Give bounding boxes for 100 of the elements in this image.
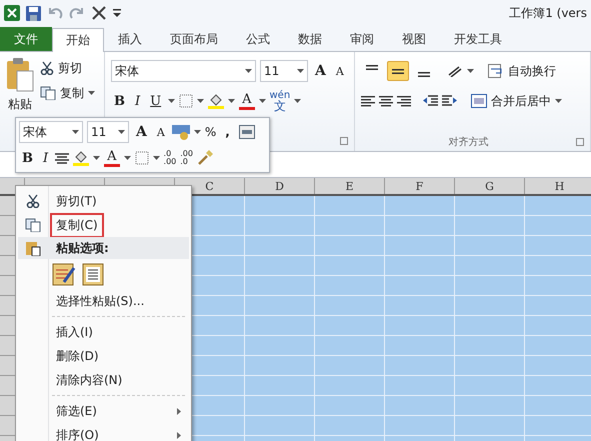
copy-icon [25, 218, 41, 232]
ribbon-tab[interactable]: 数据 [284, 27, 336, 51]
grow-font-button[interactable]: A [133, 124, 150, 140]
bold-button[interactable]: B [111, 94, 128, 108]
phonetic-button[interactable]: wén 文 [270, 90, 290, 112]
vertical-align-icon [392, 68, 404, 74]
borders-icon[interactable] [134, 151, 149, 165]
wrap-text-icon[interactable] [488, 64, 504, 78]
wrap-text-button[interactable]: 自动换行 [508, 62, 556, 80]
font-name-field[interactable]: 宋体 [19, 121, 83, 143]
dropdown-arrow-icon[interactable] [245, 69, 252, 73]
ribbon-tab[interactable]: 公式 [232, 27, 284, 51]
column-header[interactable]: F [385, 178, 455, 194]
italic-button[interactable]: I [132, 94, 144, 108]
copy-button[interactable]: 复制 [60, 84, 84, 102]
percent-button[interactable]: % [204, 125, 216, 139]
ribbon-tab[interactable]: 插入 [104, 27, 156, 51]
merge-center-button[interactable]: 合并后居中 [491, 92, 551, 110]
dropdown-arrow-icon[interactable] [118, 130, 125, 134]
menu-item[interactable]: 排序(O) [50, 422, 105, 441]
save-icon[interactable] [26, 6, 41, 20]
cut-button[interactable]: 剪切 [58, 60, 82, 76]
fill-bucket-icon[interactable] [208, 93, 224, 109]
merge-cells-icon[interactable] [471, 94, 487, 108]
ribbon-tab[interactable]: 审阅 [336, 27, 388, 51]
dropdown-arrow-icon[interactable] [93, 156, 100, 160]
grow-font-button[interactable]: A [312, 64, 329, 78]
dropdown-arrow-icon[interactable] [294, 99, 302, 103]
clipboard-icon [25, 240, 41, 256]
ribbon-tab[interactable]: 视图 [388, 27, 440, 51]
vertical-align-icon [418, 72, 430, 77]
vertical-align-button[interactable] [387, 61, 409, 81]
group-label: 对齐方式 [448, 136, 490, 149]
font-color-button[interactable]: A [239, 92, 254, 110]
dropdown-arrow-icon[interactable] [124, 156, 131, 160]
customize-toolbar-icon[interactable] [113, 8, 121, 18]
copy-icon[interactable] [40, 86, 56, 100]
dropdown-arrow-icon[interactable] [168, 99, 176, 103]
decrease-indent-icon[interactable] [423, 95, 438, 107]
font-color-button[interactable]: A [104, 149, 120, 167]
shrink-font-button[interactable]: A [154, 124, 168, 140]
underline-button[interactable]: U [147, 94, 164, 108]
font-name-field[interactable]: 宋体 [111, 60, 256, 82]
accounting-format-icon[interactable] [172, 124, 190, 140]
dialog-launcher-icon[interactable] [340, 137, 348, 145]
dropdown-arrow-icon[interactable] [194, 130, 201, 134]
paste-formatting-icon[interactable] [52, 262, 76, 286]
bold-button[interactable]: B [19, 150, 36, 166]
increase-decimal-button[interactable]: .0 .00 [164, 150, 176, 166]
column-header[interactable]: H [525, 178, 591, 194]
spreadsheet-app-icon[interactable] [4, 5, 20, 21]
menu-item[interactable]: 筛选(E) [50, 398, 103, 424]
decrease-decimal-button[interactable]: .00 .0 [180, 150, 193, 166]
file-tab[interactable]: 文件 [0, 27, 52, 51]
column-header[interactable]: G [455, 178, 525, 194]
align-right-icon[interactable] [397, 96, 411, 106]
font-size-field[interactable]: 11 [87, 121, 129, 143]
font-size-field[interactable]: 11 [260, 60, 308, 82]
ribbon-tab[interactable]: 页面布局 [156, 27, 232, 51]
format-table-icon[interactable] [238, 125, 255, 139]
borders-icon[interactable] [179, 94, 194, 108]
fill-bucket-icon[interactable] [73, 150, 90, 166]
column-header[interactable]: E [315, 178, 385, 194]
text-orientation-icon[interactable] [447, 65, 463, 77]
scissors-icon [26, 194, 40, 208]
menu-item[interactable]: 剪切(T) [50, 188, 103, 214]
menu-section-header: 粘贴选项: [54, 240, 110, 256]
vertical-align-icon [366, 65, 378, 70]
dropdown-arrow-icon[interactable] [88, 91, 95, 95]
dropdown-arrow-icon[interactable] [555, 99, 562, 103]
dropdown-arrow-icon[interactable] [72, 130, 79, 134]
clipboard-icon[interactable] [6, 58, 34, 92]
dropdown-arrow-icon[interactable] [152, 156, 160, 160]
submenu-arrow-icon [177, 432, 181, 438]
center-align-icon[interactable] [55, 152, 70, 164]
dropdown-arrow-icon[interactable] [258, 99, 266, 103]
brush-icon[interactable] [197, 150, 213, 166]
dropdown-arrow-icon[interactable] [467, 69, 474, 73]
menu-item[interactable]: 删除(D) [50, 344, 105, 368]
shrink-font-button[interactable]: A [332, 64, 347, 78]
window-title: 工作簿1 (vers [509, 4, 587, 22]
dialog-launcher-icon[interactable] [576, 138, 584, 146]
dropdown-arrow-icon[interactable] [228, 99, 236, 103]
ribbon-tab[interactable]: 开始 [52, 28, 104, 52]
dropdown-arrow-icon[interactable] [197, 99, 204, 103]
menu-item[interactable]: 选择性粘贴(S)... [50, 288, 150, 314]
scissors-icon[interactable] [40, 61, 54, 75]
dropdown-arrow-icon[interactable] [297, 69, 304, 73]
paste-button[interactable]: 粘贴 [8, 96, 32, 113]
submenu-arrow-icon [177, 408, 181, 414]
menu-item[interactable]: 插入(I) [50, 320, 99, 344]
align-center-icon[interactable] [379, 96, 393, 106]
ribbon-tab[interactable]: 开发工具 [440, 27, 516, 51]
paste-values-icon[interactable] [82, 262, 106, 286]
menu-item[interactable]: 清除内容(N) [50, 368, 128, 392]
comma-button[interactable]: , [220, 125, 235, 139]
italic-button[interactable]: I [40, 150, 52, 166]
column-header[interactable]: D [245, 178, 315, 194]
align-left-icon[interactable] [361, 96, 375, 106]
increase-indent-icon[interactable] [442, 95, 457, 107]
